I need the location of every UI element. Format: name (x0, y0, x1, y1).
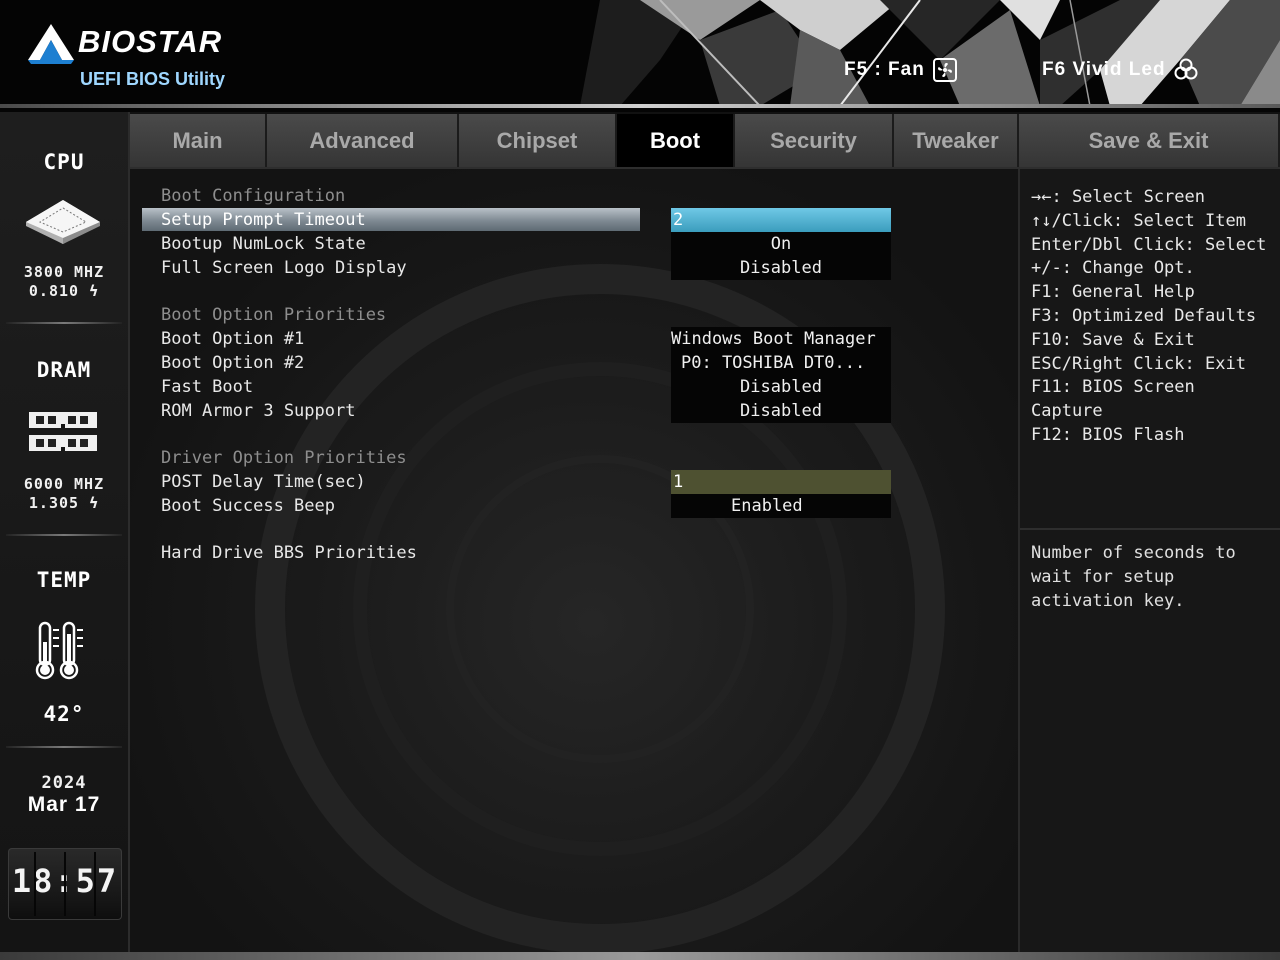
date-day: Mar 17 (27, 793, 101, 816)
setting-row-numlock[interactable]: Bootup NumLock State On (130, 232, 1018, 256)
key-help-item: F11: BIOS Screen (1031, 377, 1195, 398)
tab-tweaker[interactable]: Tweaker (894, 114, 1019, 167)
tab-advanced[interactable]: Advanced (267, 114, 459, 167)
setting-label: Full Screen Logo Display (161, 258, 407, 278)
boot-settings-panel: Boot Configuration Setup Prompt Timeout … (130, 169, 1020, 952)
biostar-logo-mark-icon (28, 24, 74, 64)
tab-boot[interactable]: Boot (617, 114, 735, 167)
clock-flip-divider (34, 852, 36, 916)
setting-label: Boot Success Beep (161, 496, 335, 516)
clock: 18:57 (8, 848, 122, 920)
clock-flip-divider (64, 852, 66, 916)
help-panel: →←: Select Screen ↑↓/Click: Select Item … (1020, 169, 1280, 952)
boot-option-1-value[interactable]: Windows Boot Manager (671, 327, 891, 351)
cpu-chip-icon (26, 200, 100, 244)
thermometer-icon (35, 621, 83, 680)
setting-label: Bootup NumLock State (161, 234, 366, 254)
section-header-label: Boot Configuration (161, 186, 346, 206)
setting-label: Fast Boot (161, 377, 254, 397)
setup-prompt-timeout-field[interactable]: 2 (671, 208, 891, 232)
key-help-item: Enter/Dbl Click: Select (1031, 234, 1267, 255)
boot-option-2-value[interactable]: P0: TOSHIBA DT0... (671, 351, 891, 375)
setting-row-boot-success-beep[interactable]: Boot Success Beep Enabled (130, 494, 1018, 518)
numlock-value[interactable]: On (671, 232, 891, 256)
temp-title: TEMP (36, 568, 92, 592)
key-help-item: →←: Select Screen (1031, 187, 1205, 207)
key-help-item: F3: Optimized Defaults (1031, 305, 1257, 326)
led-icon (1174, 58, 1198, 80)
key-help-item: F1: General Help (1031, 282, 1195, 303)
setting-label: POST Delay Time(sec) (161, 472, 366, 492)
key-help-item: F10: Save & Exit (1031, 329, 1195, 350)
setting-row-rom-armor[interactable]: ROM Armor 3 Support Disabled (130, 399, 1018, 423)
footer-bar (0, 952, 1280, 960)
setting-row-setup-prompt-timeout[interactable]: Setup Prompt Timeout 2 (130, 208, 1018, 232)
header-bar: BIOSTAR UEFI BIOS Utility F5 : Fan F6 Vi… (0, 0, 1280, 106)
setting-label: Setup Prompt Timeout (161, 210, 366, 230)
key-help-item: ↑↓/Click: Select Item (1031, 210, 1246, 231)
setting-row-boot-option-1[interactable]: Boot Option #1 Windows Boot Manager (130, 327, 1018, 351)
setting-row-full-screen-logo[interactable]: Full Screen Logo Display Disabled (130, 256, 1018, 280)
status-sidebar: CPU 3800 MHZ 0.810 ϟ DRAM 6000 MHZ 1.305… (0, 112, 130, 952)
tab-bar: Main Advanced Chipset Boot Security Twea… (130, 112, 1280, 167)
setting-row-hard-drive-bbs[interactable]: Hard Drive BBS Priorities (130, 541, 1018, 565)
tab-chipset[interactable]: Chipset (459, 114, 617, 167)
fast-boot-value[interactable]: Disabled (671, 375, 891, 399)
fan-hotkey-button[interactable]: F5 : Fan (844, 58, 957, 82)
biostar-logo: BIOSTAR UEFI BIOS Utility (26, 22, 266, 94)
key-help-item: F12: BIOS Flash (1031, 424, 1185, 445)
dram-module-icon (29, 412, 97, 451)
vivid-led-hotkey-label: F6 Vivid Led (1042, 59, 1166, 80)
sidebar-divider (6, 322, 122, 324)
fan-icon (932, 58, 957, 82)
setting-row-fast-boot[interactable]: Fast Boot Disabled (130, 375, 1018, 399)
setting-row-post-delay[interactable]: POST Delay Time(sec) 1 (130, 470, 1018, 494)
boot-success-beep-value[interactable]: Enabled (671, 494, 891, 518)
key-help-item: ESC/Right Click: Exit (1031, 353, 1246, 374)
brand-subtitle: UEFI BIOS Utility (80, 69, 226, 89)
full-screen-logo-value[interactable]: Disabled (671, 256, 891, 280)
cpu-voltage: 0.810 ϟ (28, 282, 100, 300)
tab-main[interactable]: Main (130, 114, 267, 167)
key-help-list: →←: Select Screen ↑↓/Click: Select Item … (1031, 186, 1276, 448)
date-year: 2024 (41, 773, 87, 793)
section-header-label: Driver Option Priorities (161, 448, 407, 468)
sidebar-divider (6, 746, 122, 748)
vivid-led-hotkey-button[interactable]: F6 Vivid Led (1042, 58, 1198, 82)
section-header-driver-option-priorities: Driver Option Priorities (130, 446, 1018, 470)
brand-name: BIOSTAR (78, 24, 223, 59)
section-header-label: Boot Option Priorities (161, 305, 387, 325)
fan-hotkey-label: F5 : Fan (844, 59, 925, 80)
cpu-title: CPU (43, 150, 85, 174)
rom-armor-value[interactable]: Disabled (671, 399, 891, 423)
post-delay-field[interactable]: 1 (671, 470, 891, 494)
dram-voltage: 1.305 ϟ (28, 494, 100, 512)
section-header-boot-configuration: Boot Configuration (130, 184, 1018, 208)
key-help-item: +/-: Change Opt. (1031, 258, 1195, 279)
sidebar-divider (6, 534, 122, 536)
setting-label: Boot Option #2 (161, 353, 305, 373)
tab-security[interactable]: Security (735, 114, 894, 167)
help-divider (1020, 528, 1280, 530)
section-header-boot-option-priorities: Boot Option Priorities (130, 303, 1018, 327)
submenu-link-label: Hard Drive BBS Priorities (161, 543, 417, 563)
setting-description: Number of seconds to wait for setup acti… (1031, 543, 1236, 611)
dram-title: DRAM (36, 358, 92, 382)
temp-value: 42° (43, 702, 85, 726)
tab-save-exit[interactable]: Save & Exit (1019, 114, 1280, 167)
dram-frequency: 6000 MHZ (23, 475, 105, 493)
cpu-frequency: 3800 MHZ (23, 263, 105, 281)
setting-label: ROM Armor 3 Support (161, 401, 356, 421)
setting-row-boot-option-2[interactable]: Boot Option #2 P0: TOSHIBA DT0... (130, 351, 1018, 375)
key-help-item: Capture (1031, 401, 1103, 422)
setting-label: Boot Option #1 (161, 329, 305, 349)
clock-flip-divider (94, 852, 96, 916)
